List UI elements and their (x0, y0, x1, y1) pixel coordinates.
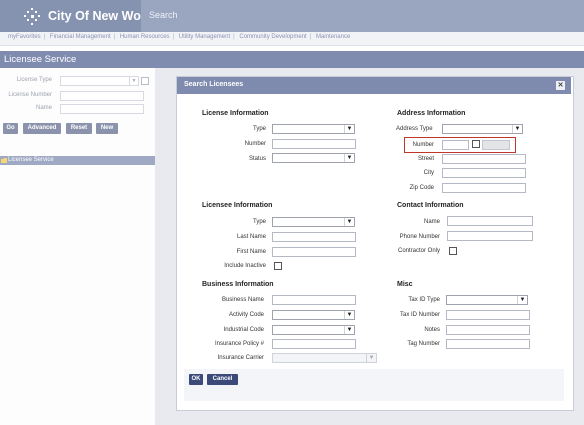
phone-number-input[interactable] (447, 231, 533, 241)
name-label: Name (35, 105, 52, 111)
city-input[interactable] (442, 168, 526, 178)
license-info-title: License Information (202, 110, 269, 117)
address-number-label: Number (412, 142, 434, 148)
business-name-input[interactable] (272, 295, 356, 305)
include-inactive-label: Include Inactive (224, 263, 266, 269)
contractor-only-checkbox[interactable] (449, 247, 457, 255)
dialog-footer (184, 369, 564, 401)
chevron-down-icon: ▼ (512, 125, 522, 133)
tree-label: Licensee Service (8, 157, 54, 163)
zip-code-input[interactable] (442, 183, 526, 193)
insurance-carrier-dropdown[interactable]: ▼ (272, 353, 377, 363)
chevron-down-icon: ▼ (344, 154, 354, 162)
first-name-label: First Name (236, 249, 266, 255)
insurance-policy-input[interactable] (272, 339, 356, 349)
new-button[interactable]: New (96, 123, 118, 134)
insurance-carrier-label: Insurance Carrier (217, 355, 264, 361)
left-panel (0, 68, 155, 425)
address-number-checkbox[interactable] (472, 140, 480, 148)
address-info-title: Address Information (397, 110, 466, 117)
activity-code-label: Activity Code (228, 312, 264, 318)
name-input[interactable] (60, 104, 144, 114)
section-bar (0, 51, 584, 68)
advanced-button[interactable]: Advanced (23, 123, 61, 134)
license-type-dropdown[interactable]: ▼ (272, 124, 355, 134)
license-number-field-label: Number (244, 141, 266, 147)
phone-number-label: Phone Number (399, 234, 440, 240)
tax-id-number-input[interactable] (446, 310, 530, 320)
license-number-field[interactable] (272, 139, 356, 149)
chevron-down-icon: ▼ (129, 77, 138, 85)
license-type-label: License Type (16, 77, 52, 83)
nav-item-utility-management[interactable]: Utility Management (179, 34, 230, 40)
tax-id-type-dropdown[interactable]: ▼ (446, 295, 528, 305)
address-type-label: Address Type (396, 126, 433, 132)
nav-item-maintenance[interactable]: Maintenance (316, 34, 350, 40)
nav-item-myfavorites[interactable]: myFavorites (8, 34, 41, 40)
tag-number-label: Tag Number (407, 341, 440, 347)
license-type-select[interactable]: ▼ (60, 76, 139, 86)
search-label[interactable]: Search (149, 10, 178, 20)
license-number-label: License Number (8, 92, 52, 98)
license-type-checkbox[interactable] (141, 77, 149, 85)
status-field-label: Status (248, 156, 266, 162)
license-number-input[interactable] (60, 91, 144, 101)
close-icon[interactable]: ✕ (556, 81, 565, 90)
chevron-down-icon: ▼ (517, 296, 527, 304)
dialog-title: Search Licensees (184, 81, 244, 88)
chevron-down-icon: ▼ (344, 311, 354, 319)
address-number-suffix-input[interactable] (482, 140, 510, 150)
include-inactive-checkbox[interactable] (274, 262, 282, 270)
go-button[interactable]: Go (3, 123, 18, 134)
activity-code-dropdown[interactable]: ▼ (272, 310, 355, 320)
city-logo-icon (24, 8, 40, 25)
status-dropdown[interactable]: ▼ (272, 153, 355, 163)
contact-info-title: Contact Information (397, 202, 464, 209)
contact-name-input[interactable] (447, 216, 533, 226)
reset-button[interactable]: Reset (66, 123, 92, 134)
ok-button[interactable]: OK (189, 374, 203, 385)
street-label: Street (417, 156, 434, 162)
business-info-title: Business Information (202, 281, 274, 288)
license-type-field-label: Type (252, 126, 266, 132)
nav-item-financial-management[interactable]: Financial Management (50, 34, 111, 40)
first-name-input[interactable] (272, 247, 356, 257)
folder-icon (1, 158, 7, 163)
cancel-button[interactable]: Cancel (207, 374, 238, 385)
contractor-only-label: Contractor Only (397, 248, 440, 254)
contact-name-label: Name (423, 219, 440, 225)
address-number-input[interactable] (442, 140, 469, 150)
street-input[interactable] (442, 154, 526, 164)
tag-number-input[interactable] (446, 339, 530, 349)
misc-title: Misc (397, 281, 413, 288)
last-name-label: Last Name (236, 234, 266, 240)
licensee-info-title: Licensee Information (202, 202, 273, 209)
industrial-code-label: Industrial Code (223, 327, 264, 333)
nav-links: myFavorites | Financial Management | Human… (8, 34, 351, 40)
section-title: Licensee Service (4, 54, 77, 65)
city-label: City (423, 170, 434, 176)
insurance-policy-label: Insurance Policy # (214, 341, 264, 347)
nav-item-human-resources[interactable]: Human Resources (120, 34, 170, 40)
notes-label: Notes (424, 327, 440, 333)
last-name-input[interactable] (272, 232, 356, 242)
chevron-down-icon: ▼ (344, 218, 354, 226)
tax-id-type-label: Tax ID Type (408, 297, 440, 303)
chevron-down-icon: ▼ (366, 354, 376, 362)
licensee-type-label: Type (252, 219, 266, 225)
business-name-label: Business Name (221, 297, 264, 303)
licensee-type-dropdown[interactable]: ▼ (272, 217, 355, 227)
tax-id-number-label: Tax ID Number (399, 312, 440, 318)
notes-input[interactable] (446, 325, 530, 335)
industrial-code-dropdown[interactable]: ▼ (272, 325, 355, 335)
chevron-down-icon: ▼ (344, 326, 354, 334)
address-type-dropdown[interactable]: ▼ (442, 124, 523, 134)
chevron-down-icon: ▼ (344, 125, 354, 133)
nav-item-community-development[interactable]: Community Development (239, 34, 306, 40)
header-search-bar[interactable] (141, 0, 584, 32)
zip-code-label: Zip Code (409, 185, 434, 191)
